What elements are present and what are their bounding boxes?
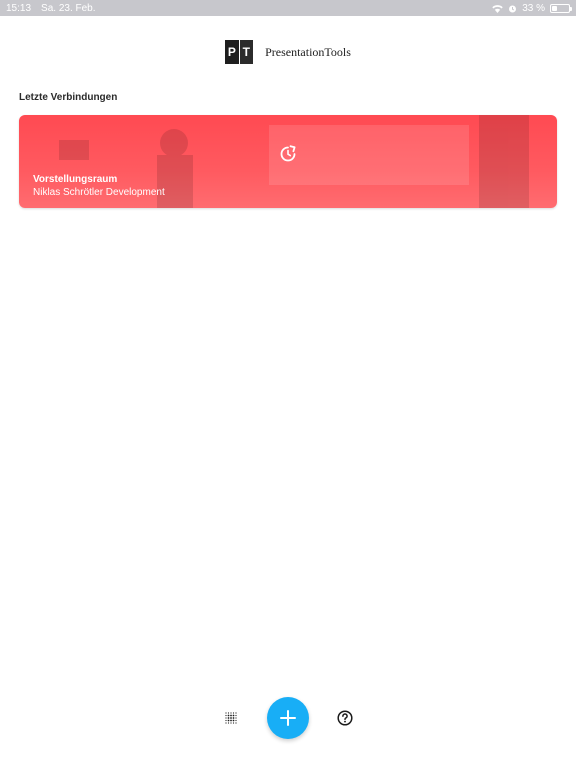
alarm-icon — [508, 4, 517, 13]
refresh-icon[interactable] — [279, 145, 297, 163]
status-time: 15:13 — [6, 2, 32, 14]
recent-connections-heading: Letzte Verbindungen — [19, 92, 118, 103]
add-connection-button[interactable] — [267, 697, 309, 739]
app-brand: P T PresentationTools — [0, 40, 576, 64]
app-logo: P T — [225, 40, 254, 64]
plus-icon — [280, 710, 296, 726]
help-icon[interactable] — [336, 709, 354, 727]
dot-matrix-icon[interactable] — [222, 709, 240, 727]
battery-percent: 33 % — [522, 2, 545, 14]
app-name: PresentationTools — [265, 44, 351, 59]
logo-letter-p: P — [225, 40, 239, 64]
bottom-bar — [0, 697, 576, 739]
battery-level — [552, 5, 558, 11]
connection-card[interactable]: Vorstellungsraum Niklas Schrötler Develo… — [19, 115, 557, 208]
connection-room-name: Vorstellungsraum — [33, 174, 118, 185]
status-date: Sa. 23. Feb. — [41, 2, 96, 14]
logo-letter-t: T — [239, 40, 254, 64]
status-bar: 15:13 Sa. 23. Feb. 33 % — [0, 0, 576, 16]
battery-icon — [550, 3, 572, 13]
wifi-icon — [492, 4, 503, 13]
connection-owner: Niklas Schrötler Development — [33, 187, 165, 198]
